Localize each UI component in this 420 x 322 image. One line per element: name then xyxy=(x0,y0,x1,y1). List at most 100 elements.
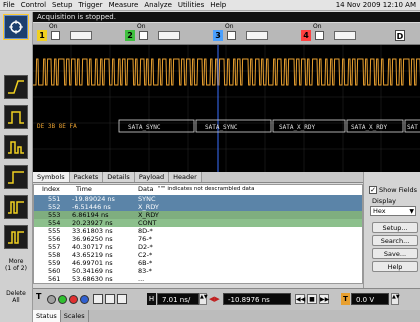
table-row[interactable]: 551 -19.89024 ns SYNC xyxy=(34,195,362,203)
bottom-control-bar: T H 7.01 ns/ ▲▼ ◀▶ -10.8976 ns ◀◀ ■ ▶▶ T… xyxy=(33,288,420,310)
tab-symbols[interactable]: Symbols xyxy=(33,172,70,182)
table-row[interactable]: 553 6.86194 ns X_RDY xyxy=(34,211,362,219)
trigger-level-field[interactable]: 0.0 V xyxy=(351,293,389,305)
table-row[interactable]: 556 36.96250 ns 76-* xyxy=(34,235,362,243)
channel-2-control[interactable]: 2 On xyxy=(125,23,180,41)
row-index: 554 xyxy=(48,219,61,227)
menu-measure[interactable]: Measure xyxy=(109,1,139,9)
timebase-spinner-icon[interactable]: ▲▼ xyxy=(199,293,208,305)
row-index: 558 xyxy=(48,251,61,259)
display-format-value: Hex xyxy=(373,207,386,215)
channel-4-scale[interactable] xyxy=(334,30,356,40)
pattern-trigger-icon[interactable] xyxy=(4,195,28,219)
rewind-icon[interactable]: ◀◀ xyxy=(295,294,305,304)
help-button[interactable]: Help xyxy=(372,261,418,272)
decode-label-1: SATA_SYNC xyxy=(128,124,161,131)
menu-utilities[interactable]: Utilities xyxy=(178,1,204,9)
table-row[interactable]: 557 40.30717 ns D2-* xyxy=(34,243,362,251)
menu-help[interactable]: Help xyxy=(210,1,226,9)
table-row[interactable]: 559 46.99701 ns 6B-* xyxy=(34,259,362,267)
channel-2-number[interactable]: 2 xyxy=(125,29,135,41)
menu-trigger[interactable]: Trigger xyxy=(78,1,102,9)
stop-nav-icon[interactable]: ■ xyxy=(307,294,317,304)
zoom-icon[interactable] xyxy=(117,294,127,304)
row-time: 33.61803 ns xyxy=(72,227,113,235)
channel-4-number[interactable]: 4 xyxy=(301,29,311,41)
more-label[interactable]: More xyxy=(2,258,30,265)
trigger-level-label: T xyxy=(341,293,350,305)
edge-trigger-icon[interactable] xyxy=(4,75,28,99)
menu-control[interactable]: Control xyxy=(21,1,46,9)
timebase-field[interactable]: 7.01 ns/ xyxy=(157,293,199,305)
channel-1-number[interactable]: 1 xyxy=(37,29,47,41)
tab-header[interactable]: Header xyxy=(169,172,202,182)
trigger-level-spinner-icon[interactable]: ▲▼ xyxy=(391,293,400,305)
run-icon[interactable] xyxy=(58,295,67,304)
channel-4-checkbox[interactable] xyxy=(315,30,324,40)
row-data: X_RDY xyxy=(138,211,159,219)
more-page: (1 of 2) xyxy=(5,265,27,272)
decode-label-2: SATA_SYNC xyxy=(205,124,238,131)
delete-all-sub[interactable]: All xyxy=(2,297,30,304)
tab-payload[interactable]: Payload xyxy=(134,172,170,182)
forward-icon[interactable]: ▶▶ xyxy=(319,294,329,304)
save-button[interactable]: Save... xyxy=(372,248,418,259)
row-data: 6B-* xyxy=(138,259,153,267)
table-row[interactable]: 560 50.34169 ns 83-* xyxy=(34,267,362,275)
decode-label-5: SAT xyxy=(407,124,418,131)
pulse-trigger-icon[interactable] xyxy=(4,105,28,129)
table-row[interactable]: 561 53.68630 ns... xyxy=(34,275,362,283)
row-index: 557 xyxy=(48,243,61,251)
autoscale-icon[interactable] xyxy=(47,295,56,304)
channel-1-scale[interactable] xyxy=(70,30,92,40)
symbol-table: Index Time Data """ indicates not descra… xyxy=(33,184,363,284)
channel-3-number[interactable]: 3 xyxy=(213,29,223,41)
table-row[interactable]: 555 33.61803 ns 8D-* xyxy=(34,227,362,235)
channel-d-control[interactable]: D xyxy=(395,29,405,41)
symbol-tabs: Symbols Packets Details Payload Header xyxy=(33,172,363,183)
timeout-trigger-icon[interactable] xyxy=(4,165,28,189)
display-format-select[interactable]: Hex ▼ xyxy=(370,206,416,216)
table-row[interactable]: 552 -6.51446 ns X_RDY xyxy=(34,203,362,211)
table-row[interactable]: 558 43.65219 ns C2-* xyxy=(34,251,362,259)
show-fields-checkbox[interactable]: ✓ xyxy=(369,186,377,194)
menu-setup[interactable]: Setup xyxy=(52,1,72,9)
tab-status[interactable]: Status xyxy=(33,310,61,322)
channel-2-scale[interactable] xyxy=(158,30,180,40)
horizontal-position-field[interactable]: -10.8976 ns xyxy=(223,293,291,305)
single-icon[interactable] xyxy=(80,295,89,304)
tab-details[interactable]: Details xyxy=(103,172,135,182)
tab-scales[interactable]: Scales xyxy=(61,310,89,322)
window-trigger-icon[interactable] xyxy=(4,225,28,249)
col-index-header[interactable]: Index xyxy=(42,185,60,194)
menu-analyze[interactable]: Analyze xyxy=(144,1,172,9)
channel-bar: 1 On 2 On 3 On 4 On D xyxy=(33,23,420,45)
channel-d-label[interactable]: D xyxy=(395,29,405,41)
math-icon[interactable] xyxy=(93,294,103,304)
row-time: 53.68630 ns xyxy=(72,275,113,283)
row-data: 83-* xyxy=(138,267,152,275)
search-button[interactable]: Search... xyxy=(372,235,418,246)
measure-icon[interactable] xyxy=(105,294,115,304)
menu-file[interactable]: File xyxy=(3,1,15,9)
col-time-header[interactable]: Time xyxy=(76,185,92,194)
tab-packets[interactable]: Packets xyxy=(69,172,104,182)
col-data-header[interactable]: Data xyxy=(138,185,154,194)
channel-1-state: On xyxy=(49,23,58,30)
delete-all-label[interactable]: Delete xyxy=(2,290,30,297)
channel-3-scale[interactable] xyxy=(246,30,268,40)
channel-2-checkbox[interactable] xyxy=(139,30,148,40)
channel-1-checkbox[interactable] xyxy=(51,30,60,40)
setup-button[interactable]: Setup... xyxy=(372,222,418,233)
waveform-display[interactable]: DE 3B 8E FA SATA_SYNC SATA_SYNC SATA_X_R… xyxy=(33,45,420,177)
runt-trigger-icon[interactable] xyxy=(4,135,28,159)
stop-icon[interactable] xyxy=(69,295,78,304)
channel-4-control[interactable]: 4 On xyxy=(301,23,356,41)
channel-2-state: On xyxy=(137,23,146,30)
channel-4-state: On xyxy=(313,23,322,30)
channel-1-control[interactable]: 1 On xyxy=(37,23,92,41)
channel-3-checkbox[interactable] xyxy=(227,30,236,40)
table-row[interactable]: 554 20.23927 ns CONT xyxy=(34,219,362,227)
channel-3-control[interactable]: 3 On xyxy=(213,23,268,41)
pointer-tool-icon[interactable] xyxy=(3,14,29,40)
